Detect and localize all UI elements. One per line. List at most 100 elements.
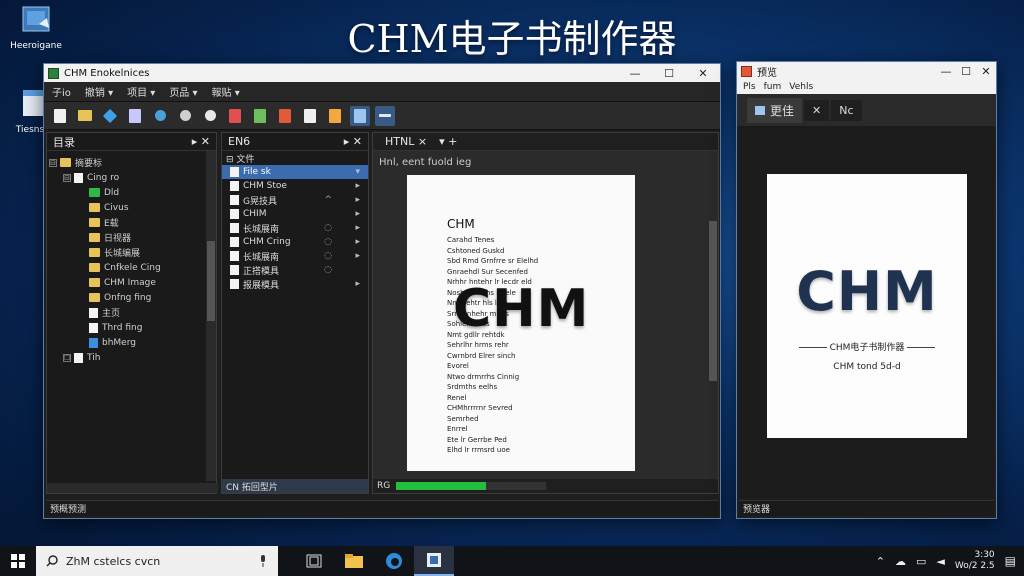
view-button[interactable]	[300, 106, 320, 126]
chat-icon[interactable]: ▭	[916, 555, 926, 568]
file-list-item[interactable]: CHM Stoe ▸	[222, 179, 368, 193]
page-heading: CHM	[447, 217, 475, 231]
find-button[interactable]	[175, 106, 195, 126]
folder-icon	[89, 203, 100, 212]
files-panel-controls[interactable]: ▸ ✕	[344, 135, 362, 148]
notification-icon[interactable]: ▤	[1005, 554, 1016, 568]
file-list-item[interactable]: CHIM ▸	[222, 207, 368, 221]
maximize-button[interactable]: ☐	[652, 67, 686, 80]
toc-vscroll[interactable]	[206, 151, 216, 481]
preview-tab-main[interactable]: 更佳	[747, 97, 803, 123]
expand-toggle[interactable]: ⊟	[63, 173, 71, 182]
search-button[interactable]	[150, 106, 170, 126]
divider	[907, 347, 936, 348]
page-text-line: Ntwo drmrrhs Cinnig	[447, 372, 520, 381]
expand-toggle[interactable]: ☐	[63, 353, 71, 362]
toc-tree-item[interactable]: 主页	[49, 305, 216, 320]
compile-button[interactable]	[225, 106, 245, 126]
image-button[interactable]	[350, 105, 370, 126]
open-folder-button[interactable]	[75, 106, 95, 126]
toc-hscroll[interactable]	[47, 483, 218, 493]
menu-item[interactable]: 页品 ▾	[169, 84, 197, 99]
toc-tree-item[interactable]: CHM Image	[49, 275, 216, 290]
editor-vscroll[interactable]	[708, 151, 718, 477]
chevron-right-icon[interactable]: ▸	[355, 209, 360, 219]
file-list-item[interactable]: 正搭模具 ◌	[222, 263, 368, 277]
preview-menu-item[interactable]: fum	[764, 82, 782, 92]
menu-item[interactable]: 项目 ▾	[127, 84, 155, 99]
zoom-button[interactable]	[200, 106, 220, 126]
preview-tab-nc[interactable]: Nc	[831, 99, 862, 121]
cloud-icon[interactable]: ☁	[895, 555, 906, 568]
toc-tree-item[interactable]: Civus	[49, 200, 216, 215]
taskbar-search[interactable]: ZhM cstelcs cvcn	[36, 546, 278, 576]
editor-scroll-thumb[interactable]	[709, 221, 717, 381]
toc-tree-item[interactable]: ⊟ Cing ro	[49, 170, 216, 185]
file-list-item[interactable]: G晃技具 ^ ▸	[222, 193, 368, 207]
export-button[interactable]	[250, 106, 270, 126]
tab-html[interactable]: HTNL ×	[379, 135, 433, 148]
preview-minimize-button[interactable]: —	[936, 65, 956, 78]
speaker-icon[interactable]: ◄	[936, 555, 944, 568]
settings-button[interactable]	[325, 106, 345, 126]
chm-app-taskbar-icon[interactable]	[414, 546, 454, 576]
file-list-item[interactable]: File sk ▾	[222, 165, 368, 179]
toc-tree-item[interactable]: Onfng fing	[49, 290, 216, 305]
start-button[interactable]	[0, 546, 36, 576]
editor-status: RG	[373, 479, 718, 493]
editor-page[interactable]: CHM Carahd Tenes Cshtoned Guskd Sbd Rmd Gr…	[407, 175, 635, 471]
menu-item[interactable]: 撤销 ▾	[85, 84, 113, 99]
preview-maximize-button[interactable]: ☐	[956, 65, 976, 78]
tools-button[interactable]	[375, 105, 395, 126]
chevron-right-icon[interactable]: ▸	[355, 181, 360, 191]
toc-tree-item[interactable]: Thrd fing	[49, 320, 216, 335]
page-icon	[89, 322, 98, 333]
toc-tree-item[interactable]: bhMerg	[49, 335, 216, 350]
file-list-item[interactable]: 长城展南 ◌ ▸	[222, 221, 368, 235]
toc-tree-item[interactable]: ☐ Tih	[49, 350, 216, 365]
tab-controls[interactable]: ▾ +	[439, 135, 457, 148]
chevron-right-icon[interactable]: ▸	[355, 279, 360, 289]
preview-tab-icon	[755, 105, 765, 115]
minimize-button[interactable]: —	[618, 67, 652, 80]
toc-scroll-thumb[interactable]	[207, 241, 215, 321]
toc-tree-item[interactable]: Dld	[49, 185, 216, 200]
tag-button[interactable]	[100, 106, 120, 126]
toc-tree-item[interactable]: Cnfkele Cing	[49, 260, 216, 275]
file-list-item[interactable]: 报展模具 ▸	[222, 277, 368, 291]
task-view-icon[interactable]	[294, 546, 334, 576]
preview-menu-item[interactable]: Pls	[743, 82, 756, 92]
preview-tab-close[interactable]: ✕	[804, 99, 830, 121]
expand-toggle[interactable]: ⊟	[49, 158, 57, 167]
toc-panel-controls[interactable]: ▸ ✕	[192, 135, 210, 148]
new-file-button[interactable]	[50, 106, 70, 126]
preview-close-button[interactable]: ✕	[976, 65, 996, 78]
menu-item[interactable]: 報贴 ▾	[212, 84, 240, 99]
edge-browser-icon[interactable]	[374, 546, 414, 576]
chevron-right-icon[interactable]: ▸	[355, 251, 360, 261]
clock[interactable]: 3:30 Wo/2 2.5	[955, 550, 995, 572]
file-list-item[interactable]: CHM Cring ◌ ▸	[222, 235, 368, 249]
toc-item-label: 摘要标	[75, 159, 103, 169]
toc-tree-item[interactable]: 长城编展	[49, 245, 216, 260]
preview-menu-item[interactable]: Vehls	[789, 82, 813, 92]
microphone-icon[interactable]	[258, 555, 268, 567]
chevron-right-icon[interactable]: ▸	[355, 223, 360, 233]
chevron-right-icon[interactable]: ▸	[355, 237, 360, 247]
chevron-right-icon[interactable]: ▸	[355, 195, 360, 205]
file-item-label: 长城展南	[243, 224, 280, 235]
toc-tree-item[interactable]: 日视器	[49, 230, 216, 245]
chevron-up-icon[interactable]: ⌃	[876, 555, 885, 568]
chevron-right-icon[interactable]: ▾	[355, 167, 360, 177]
file-item-status: ^	[324, 195, 332, 205]
files-group-header[interactable]: ⊟ 文件	[222, 151, 368, 165]
build-button[interactable]	[275, 106, 295, 126]
file-explorer-icon[interactable]	[334, 546, 374, 576]
copy-button[interactable]	[125, 106, 145, 126]
clock-date: Wo/2 2.5	[954, 561, 995, 571]
toc-tree-item[interactable]: E载	[49, 215, 216, 230]
menu-item[interactable]: 子io	[52, 84, 71, 99]
file-list-item[interactable]: 长城展南 ◌ ▸	[222, 249, 368, 263]
toc-tree-item[interactable]: ⊟ 摘要标	[49, 155, 216, 170]
close-button[interactable]: ✕	[686, 67, 720, 80]
